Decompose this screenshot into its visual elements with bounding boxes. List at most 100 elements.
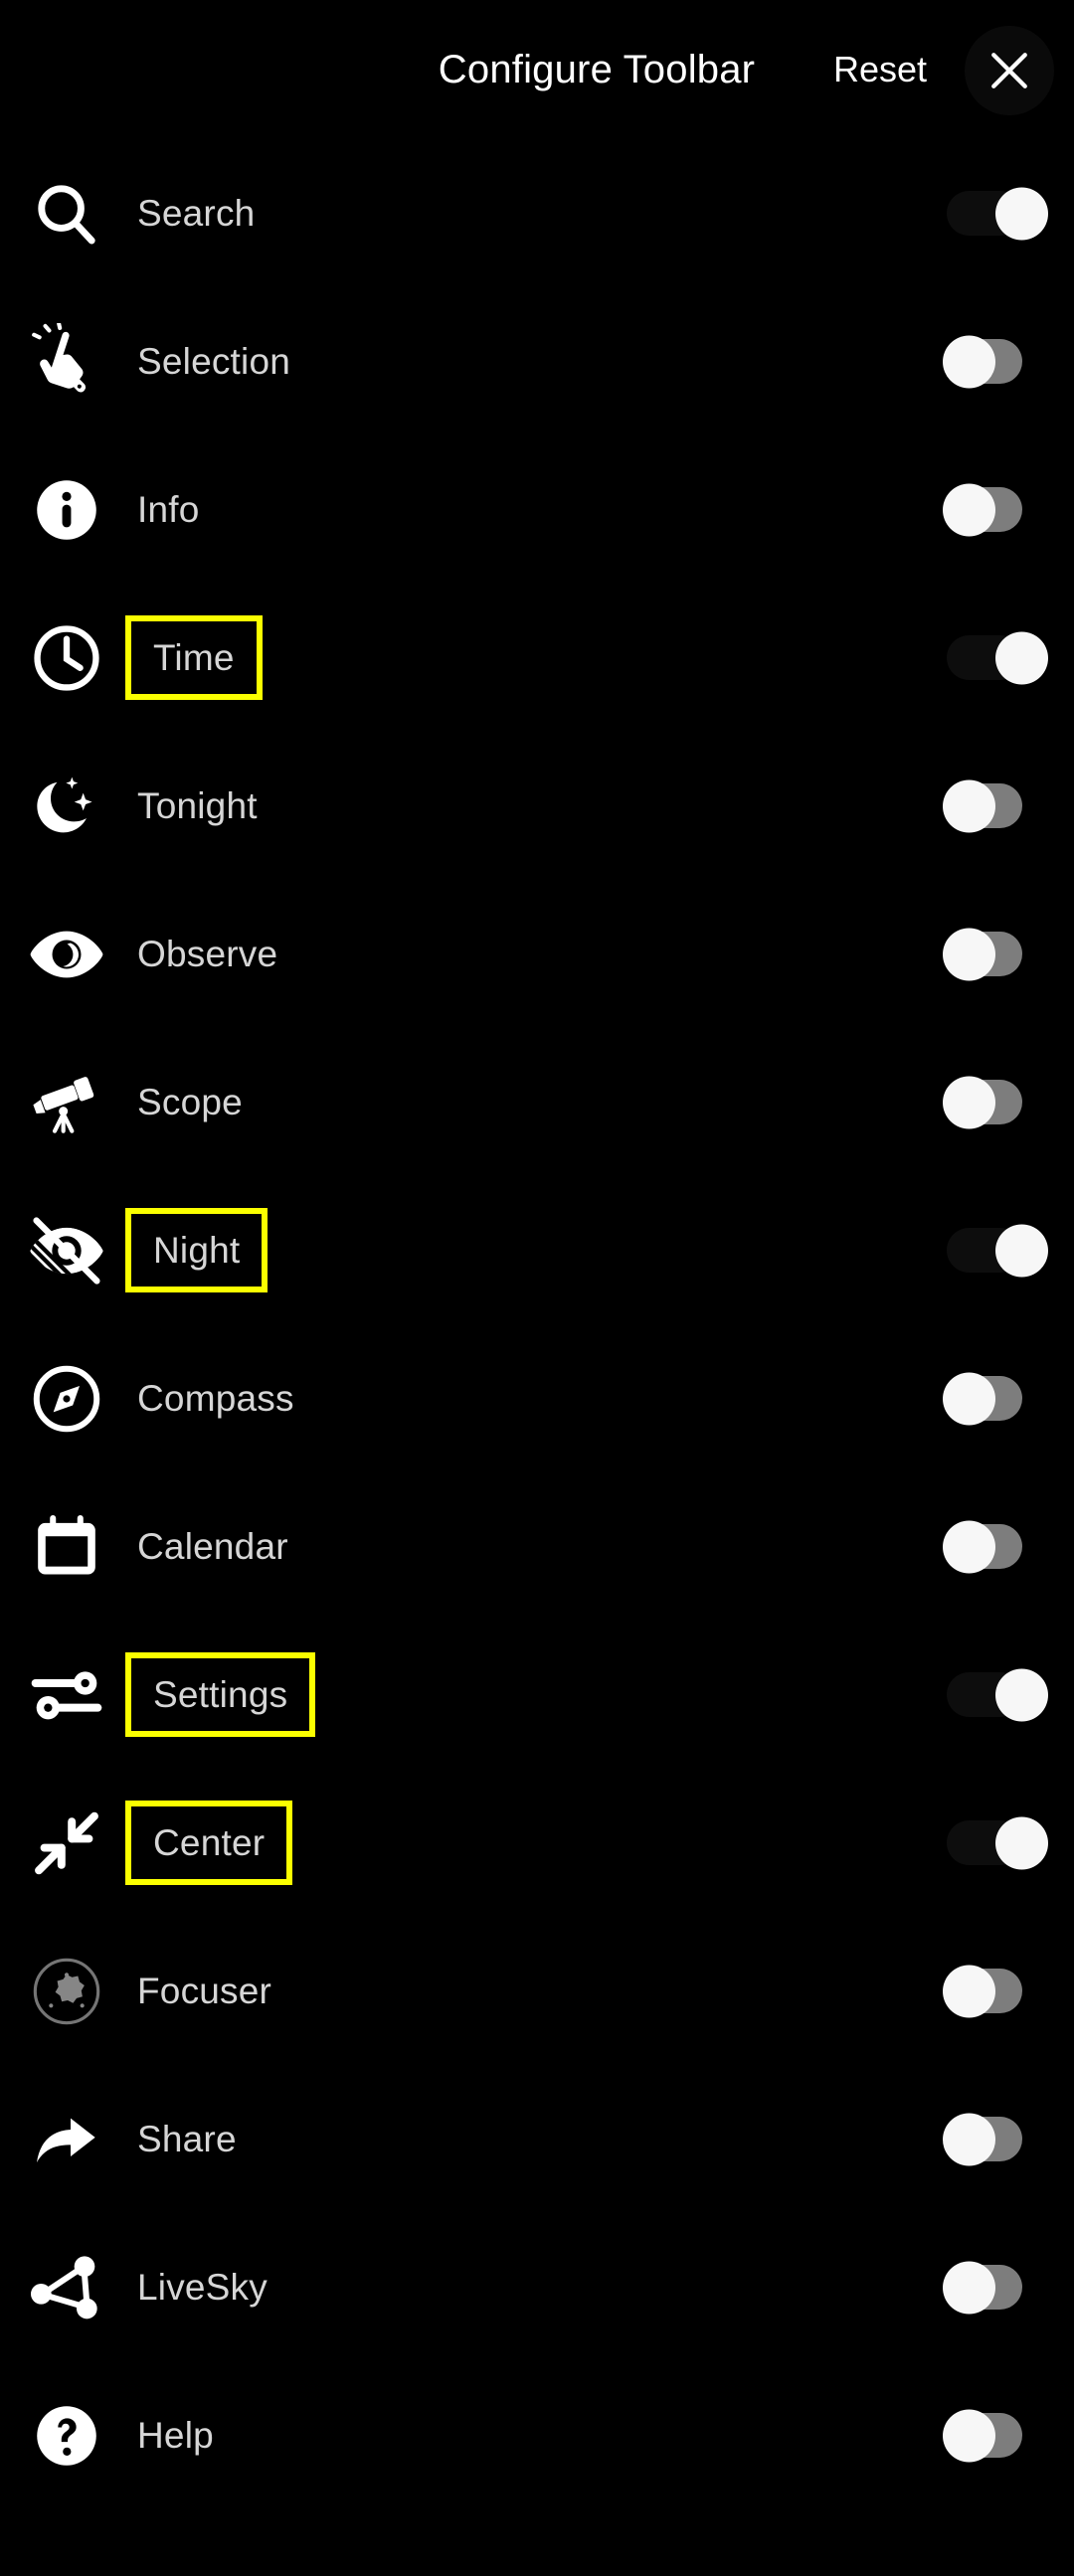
toggle-track (947, 1228, 1022, 1273)
highlight-box: Time (125, 615, 263, 700)
toolbar-item-toggle[interactable] (947, 732, 1074, 880)
toggle-knob (943, 1965, 995, 2017)
toolbar-item-row[interactable]: Compass (0, 1324, 1074, 1472)
toolbar-item-label: Calendar (133, 1526, 292, 1568)
toolbar-item-toggle[interactable] (947, 1324, 1074, 1472)
toggle-knob (943, 1076, 995, 1128)
toggle-track (947, 635, 1022, 680)
toolbar-item-row[interactable]: Scope (0, 1028, 1074, 1176)
compass-icon (0, 1324, 133, 1472)
toggle-knob (943, 779, 995, 832)
toggle-track (947, 783, 1022, 828)
toolbar-item-row[interactable]: Time (0, 584, 1074, 732)
toolbar-item-label: Tonight (133, 785, 262, 827)
toolbar-item-label: Compass (133, 1378, 298, 1420)
highlight-box: Center (125, 1801, 292, 1885)
eye-off-icon (0, 1176, 133, 1324)
toolbar-item-row[interactable]: Night (0, 1176, 1074, 1324)
toggle-knob (943, 928, 995, 980)
highlight-box: Night (125, 1208, 268, 1292)
focuser-icon (0, 1917, 133, 2065)
network-share-icon (0, 2213, 133, 2361)
toolbar-item-label-wrap: Center (133, 1769, 947, 1917)
toolbar-item-toggle[interactable] (947, 1917, 1074, 2065)
toolbar-item-label: LiveSky (133, 2267, 271, 2309)
toggle-knob (995, 187, 1048, 240)
toolbar-item-toggle[interactable] (947, 1176, 1074, 1324)
toolbar-item-toggle[interactable] (947, 1028, 1074, 1176)
toolbar-item-label-wrap: Compass (133, 1324, 947, 1472)
toolbar-item-row[interactable]: Settings (0, 1621, 1074, 1769)
toolbar-item-toggle[interactable] (947, 2361, 1074, 2509)
toolbar-item-row[interactable]: Center (0, 1769, 1074, 1917)
share-arrow-icon (0, 2065, 133, 2213)
sliders-icon (0, 1621, 133, 1769)
close-icon (983, 44, 1036, 97)
toggle-knob (943, 1520, 995, 1573)
toolbar-item-row[interactable]: Share (0, 2065, 1074, 2213)
toolbar-item-label: Time (153, 639, 235, 676)
configure-toolbar-screen: Configure Toolbar Reset Search Sele (0, 0, 1074, 2576)
calendar-icon (0, 1472, 133, 1621)
toolbar-item-toggle[interactable] (947, 2065, 1074, 2213)
toolbar-item-toggle[interactable] (947, 584, 1074, 732)
toolbar-item-label: Help (133, 2415, 218, 2457)
toolbar-item-row[interactable]: Observe (0, 880, 1074, 1028)
close-button[interactable] (965, 26, 1054, 115)
toggle-track (947, 2413, 1022, 2458)
toolbar-item-toggle[interactable] (947, 1621, 1074, 1769)
toggle-track (947, 2117, 1022, 2161)
toggle-knob (995, 1668, 1048, 1721)
toolbar-item-label-wrap: Tonight (133, 732, 947, 880)
toolbar-item-toggle[interactable] (947, 287, 1074, 435)
toolbar-item-label-wrap: Info (133, 435, 947, 584)
info-circle-icon (0, 435, 133, 584)
toggle-track (947, 339, 1022, 384)
toolbar-item-toggle[interactable] (947, 1472, 1074, 1621)
toggle-knob (943, 1372, 995, 1425)
toggle-knob (995, 1224, 1048, 1277)
toolbar-item-toggle[interactable] (947, 1769, 1074, 1917)
toggle-track (947, 1672, 1022, 1717)
toolbar-item-label-wrap: Share (133, 2065, 947, 2213)
search-icon (0, 139, 133, 287)
toolbar-item-toggle[interactable] (947, 139, 1074, 287)
toolbar-item-label-wrap: Settings (133, 1621, 947, 1769)
toolbar-item-row[interactable]: LiveSky (0, 2213, 1074, 2361)
toggle-track (947, 1969, 1022, 2013)
toolbar-item-label-wrap: Help (133, 2361, 947, 2509)
toolbar-item-row[interactable]: Help (0, 2361, 1074, 2509)
moon-stars-icon (0, 732, 133, 880)
toolbar-item-label: Selection (133, 341, 294, 383)
telescope-icon (0, 1028, 133, 1176)
toolbar-item-label: Scope (133, 1082, 247, 1123)
reset-button[interactable]: Reset (833, 0, 927, 139)
toolbar-item-row[interactable]: Calendar (0, 1472, 1074, 1621)
toolbar-item-label: Search (133, 193, 259, 235)
toolbar-item-row[interactable]: Selection (0, 287, 1074, 435)
toolbar-item-toggle[interactable] (947, 2213, 1074, 2361)
toolbar-item-row[interactable]: Info (0, 435, 1074, 584)
toggle-track (947, 2265, 1022, 2310)
toolbar-item-toggle[interactable] (947, 880, 1074, 1028)
toggle-track (947, 932, 1022, 976)
toolbar-item-label: Share (133, 2119, 241, 2160)
toggle-knob (943, 335, 995, 388)
toolbar-item-toggle[interactable] (947, 435, 1074, 584)
toolbar-item-row[interactable]: Search (0, 139, 1074, 287)
toggle-track (947, 1524, 1022, 1569)
help-circle-icon (0, 2361, 133, 2509)
toggle-track (947, 1080, 1022, 1124)
toggle-knob (943, 483, 995, 536)
toggle-knob (995, 631, 1048, 684)
toolbar-item-label-wrap: Observe (133, 880, 947, 1028)
toolbar-item-label: Settings (153, 1676, 287, 1713)
toggle-track (947, 1820, 1022, 1865)
toolbar-item-row[interactable]: Tonight (0, 732, 1074, 880)
toolbar-item-row[interactable]: Focuser (0, 1917, 1074, 2065)
toggle-track (947, 191, 1022, 236)
toolbar-item-label-wrap: Time (133, 584, 947, 732)
toolbar-item-label-wrap: Focuser (133, 1917, 947, 2065)
toolbar-item-label-wrap: Night (133, 1176, 947, 1324)
toggle-track (947, 1376, 1022, 1421)
